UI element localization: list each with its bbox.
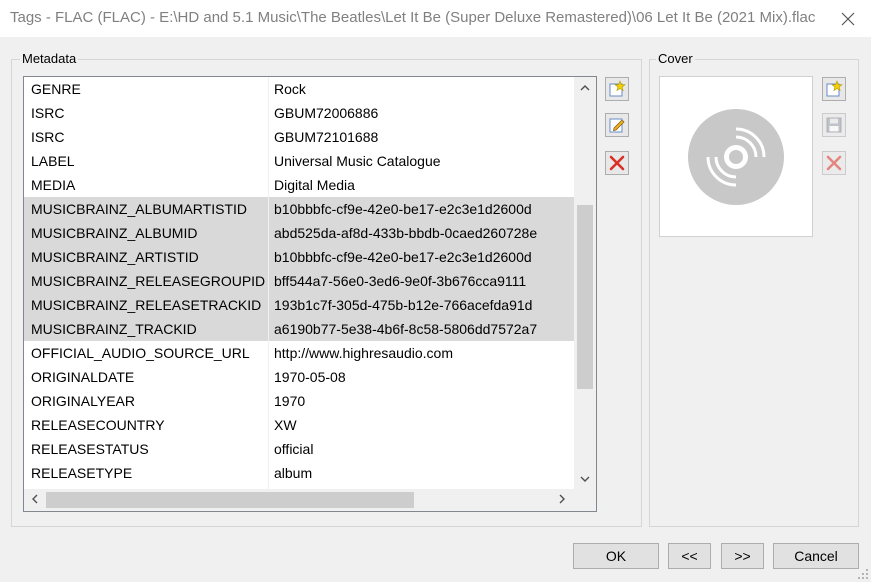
tag-value: abd525da-af8d-433b-bbdb-0caed260728e <box>274 225 538 241</box>
cancel-button[interactable]: Cancel <box>773 543 859 569</box>
metadata-list[interactable]: GENRE Rock ISRC GBUM72006886 ISRC GBUM7210168… <box>23 76 597 512</box>
tag-name: GENRE <box>31 81 81 97</box>
horizontal-scroll-thumb[interactable] <box>46 492 414 508</box>
tag-name: ISRC <box>31 129 65 145</box>
delete-tag-button[interactable] <box>605 151 629 175</box>
scrollbar-corner <box>574 489 596 511</box>
star-new-icon <box>609 80 626 97</box>
metadata-row[interactable]: MUSICBRAINZ_TRACKID a6190b77-5e38-4b6f-8c… <box>24 317 575 341</box>
add-cover-button[interactable] <box>822 77 846 101</box>
metadata-rows: GENRE Rock ISRC GBUM72006886 ISRC GBUM7210168… <box>24 77 575 485</box>
title-bar: Tags - FLAC (FLAC) - E:\HD and 5.1 Music… <box>0 0 871 37</box>
tag-name: ISRC <box>31 105 65 121</box>
metadata-row[interactable]: GENRE Rock <box>24 77 575 101</box>
metadata-group-label: Metadata <box>20 51 79 66</box>
scroll-right-arrow-icon[interactable] <box>559 494 566 507</box>
tag-name: MUSICBRAINZ_RELEASETRACKID <box>31 297 262 313</box>
tag-name: RELEASETYPE <box>31 465 133 481</box>
tag-name: MEDIA <box>31 177 76 193</box>
tag-name: MUSICBRAINZ_ALBUMID <box>31 225 198 241</box>
tag-value: GBUM72101688 <box>274 129 379 145</box>
metadata-row[interactable]: RELEASECOUNTRY XW <box>24 413 575 437</box>
tag-value: XW <box>274 417 297 433</box>
horizontal-scrollbar[interactable] <box>24 489 575 511</box>
metadata-row[interactable]: LABEL Universal Music Catalogue <box>24 149 575 173</box>
scroll-up-arrow-icon[interactable] <box>580 83 590 94</box>
tag-name: MUSICBRAINZ_ALBUMARTISTID <box>31 201 247 217</box>
tag-value: 1970 <box>274 393 306 409</box>
close-button[interactable] <box>825 0 871 37</box>
tag-value: http://www.highresaudio.com <box>274 345 453 361</box>
delete-x-icon <box>826 155 842 171</box>
delete-cover-button[interactable] <box>822 151 846 175</box>
star-new-icon <box>826 80 843 97</box>
previous-button[interactable]: << <box>668 543 711 569</box>
tag-value: official <box>274 441 314 457</box>
tag-name: MUSICBRAINZ_ARTISTID <box>31 249 199 265</box>
tag-value: GBUM72006886 <box>274 105 379 121</box>
delete-x-icon <box>609 155 625 171</box>
tag-name: OFFICIAL_AUDIO_SOURCE_URL <box>31 345 250 361</box>
tag-value: a6190b77-5e38-4b6f-8c58-5806dd7572a7 <box>274 321 538 337</box>
vertical-scroll-thumb[interactable] <box>577 205 593 389</box>
metadata-row[interactable]: ISRC GBUM72101688 <box>24 125 575 149</box>
tag-value: Digital Media <box>274 177 355 193</box>
cover-image-area[interactable] <box>659 76 813 237</box>
metadata-row[interactable]: ISRC GBUM72006886 <box>24 101 575 125</box>
metadata-row[interactable]: ORIGINALYEAR 1970 <box>24 389 575 413</box>
tag-name: RELEASECOUNTRY <box>31 417 165 433</box>
metadata-row[interactable]: MUSICBRAINZ_RELEASEGROUPID bff544a7-56e0-… <box>24 269 575 293</box>
tag-value: bff544a7-56e0-3ed6-9e0f-3b676cca9111 <box>274 273 527 289</box>
close-icon <box>841 12 855 25</box>
floppy-disk-icon <box>826 117 842 133</box>
tag-value: b10bbbfc-cf9e-42e0-be17-e2c3e1d2600d <box>274 249 532 265</box>
column-divider <box>268 77 269 489</box>
disc-icon <box>688 109 784 205</box>
scroll-left-arrow-icon[interactable] <box>31 494 38 507</box>
metadata-row[interactable]: MEDIA Digital Media <box>24 173 575 197</box>
metadata-row[interactable]: OFFICIAL_AUDIO_SOURCE_URL http://www.high… <box>24 341 575 365</box>
next-button[interactable]: >> <box>721 543 764 569</box>
window-title: Tags - FLAC (FLAC) - E:\HD and 5.1 Music… <box>10 9 816 26</box>
tag-name: LABEL <box>31 153 75 169</box>
tag-value: album <box>274 465 313 481</box>
resize-grip-icon[interactable] <box>857 568 869 580</box>
tag-name: MUSICBRAINZ_RELEASEGROUPID <box>31 273 266 289</box>
metadata-row[interactable]: MUSICBRAINZ_ARTISTID b10bbbfc-cf9e-42e0-b… <box>24 245 575 269</box>
save-cover-button[interactable] <box>822 113 846 137</box>
edit-tag-button[interactable] <box>605 113 629 137</box>
metadata-row[interactable]: MUSICBRAINZ_ALBUMARTISTID b10bbbfc-cf9e-4… <box>24 197 575 221</box>
metadata-row[interactable]: MUSICBRAINZ_ALBUMID abd525da-af8d-433b-bb… <box>24 221 575 245</box>
tag-name: MUSICBRAINZ_TRACKID <box>31 321 197 337</box>
edit-pencil-icon <box>609 118 625 133</box>
metadata-row[interactable]: ORIGINALDATE 1970-05-08 <box>24 365 575 389</box>
tag-name: ORIGINALYEAR <box>31 393 135 409</box>
tag-value: b10bbbfc-cf9e-42e0-be17-e2c3e1d2600d <box>274 201 532 217</box>
tag-value: Universal Music Catalogue <box>274 153 441 169</box>
tag-value: 1970-05-08 <box>274 369 346 385</box>
scroll-down-arrow-icon[interactable] <box>580 475 590 486</box>
add-tag-button[interactable] <box>605 77 629 101</box>
metadata-row[interactable]: RELEASETYPE album <box>24 461 575 485</box>
cover-group-label: Cover <box>656 51 695 66</box>
tag-value: 193b1c7f-305d-475b-b12e-766acefda91d <box>274 297 533 313</box>
metadata-row[interactable]: MUSICBRAINZ_RELEASETRACKID 193b1c7f-305d-… <box>24 293 575 317</box>
vertical-scrollbar[interactable] <box>574 77 596 489</box>
metadata-row[interactable]: RELEASESTATUS official <box>24 437 575 461</box>
tag-value: Rock <box>274 81 306 97</box>
tag-name: RELEASESTATUS <box>31 441 149 457</box>
tag-name: ORIGINALDATE <box>31 369 135 385</box>
ok-button[interactable]: OK <box>573 543 659 569</box>
